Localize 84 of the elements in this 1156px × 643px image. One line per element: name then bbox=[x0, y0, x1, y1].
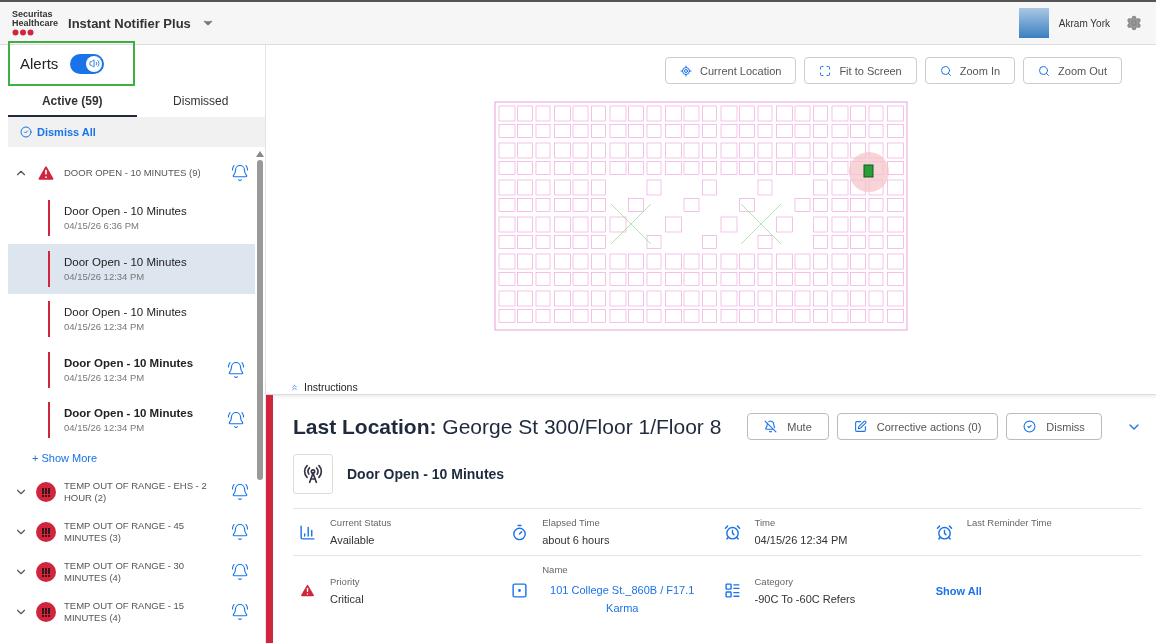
name-link[interactable]: 101 College St._860B / F17.1 Karma bbox=[542, 581, 703, 617]
field-label: Elapsed Time bbox=[542, 517, 601, 528]
alert-item-time: 04/15/26 6:36 PM bbox=[64, 220, 140, 232]
alert-item[interactable]: Door Open - 10 Minutes 04/15/26 12:34 PM bbox=[8, 294, 255, 345]
locate-icon bbox=[680, 64, 693, 77]
alert-item[interactable]: Door Open - 10 Minutes 04/15/26 6:36 PM bbox=[8, 193, 255, 244]
alert-item[interactable]: Door Open - 10 Minutes 04/15/26 12:34 PM bbox=[8, 395, 255, 446]
alert-name: Door Open - 10 Minutes bbox=[347, 466, 505, 482]
alert-badge-icon bbox=[36, 601, 56, 622]
speaker-icon bbox=[88, 58, 100, 69]
timer-icon bbox=[511, 523, 529, 541]
alerts-switch[interactable] bbox=[70, 53, 105, 74]
action-button[interactable]: Mute bbox=[747, 413, 829, 440]
action-button[interactable]: Dismiss bbox=[1006, 413, 1102, 440]
field-label: Time bbox=[754, 517, 777, 528]
warning-icon bbox=[36, 163, 56, 183]
edit-icon bbox=[853, 420, 867, 433]
alert-badge-icon bbox=[36, 561, 56, 582]
field-value: Available bbox=[330, 534, 376, 547]
alert-item-title: Door Open - 10 Minutes bbox=[64, 306, 188, 319]
alert-group-title[interactable]: TEMP OUT OF RANGE - EHS - 2 HOUR (2) bbox=[64, 479, 223, 504]
field-value: 04/15/26 12:34 PM bbox=[754, 534, 848, 547]
field-label: Name bbox=[542, 564, 569, 575]
ringing-bell-icon[interactable] bbox=[231, 602, 249, 621]
alert-item-time: 04/15/26 12:34 PM bbox=[64, 422, 146, 434]
map-toolbar-button[interactable]: Zoom In bbox=[924, 57, 1016, 84]
tab[interactable]: Dismissed bbox=[136, 86, 265, 117]
expand-icon bbox=[819, 64, 832, 77]
antenna-icon bbox=[293, 454, 333, 494]
field-value: -90C To -60C Refers bbox=[754, 592, 856, 606]
field-value: Critical bbox=[330, 592, 364, 606]
alert-group-title[interactable]: TEMP OUT OF RANGE - 30 MINUTES (4) bbox=[64, 559, 223, 584]
ringing-bell-icon[interactable] bbox=[231, 522, 249, 541]
map-toolbar-button[interactable]: Zoom Out bbox=[1023, 57, 1122, 84]
alert-item-title: Door Open - 10 Minutes bbox=[64, 255, 188, 268]
alert-item-time: 04/15/26 12:34 PM bbox=[64, 270, 146, 282]
check-circle-icon bbox=[20, 126, 32, 138]
bell-off-icon bbox=[764, 420, 778, 433]
action-button[interactable]: Corrective actions (0) bbox=[836, 413, 999, 440]
alert-badge-icon bbox=[36, 521, 56, 542]
chart-icon bbox=[299, 523, 316, 541]
alert-group-title[interactable]: DOOR OPEN - 10 MINUTES (9) bbox=[64, 167, 223, 179]
ringing-bell-icon[interactable] bbox=[231, 562, 249, 581]
dismiss-all-link[interactable]: Dismiss All bbox=[20, 126, 96, 138]
map-toolbar-button[interactable]: Current Location bbox=[665, 57, 797, 84]
company-logo: Securitas Healthcare bbox=[12, 10, 59, 36]
alarm-clock-icon bbox=[935, 523, 953, 541]
map-toolbar-button[interactable]: Fit to Screen bbox=[804, 57, 917, 84]
alert-item[interactable]: Door Open - 10 Minutes 04/15/26 12:34 PM bbox=[8, 243, 255, 294]
ringing-bell-icon[interactable] bbox=[231, 164, 249, 182]
alert-group-title[interactable]: TEMP OUT OF RANGE - 45 MINUTES (3) bbox=[64, 519, 223, 544]
show-all-link[interactable]: Show All bbox=[935, 584, 982, 597]
app-title: Instant Notifier Plus bbox=[68, 15, 191, 31]
alert-item-title: Door Open - 10 Minutes bbox=[64, 205, 188, 218]
scrollbar-thumb[interactable] bbox=[257, 160, 263, 480]
alarm-clock-icon bbox=[723, 523, 741, 541]
ringing-bell-icon[interactable] bbox=[227, 360, 245, 379]
scroll-up-icon[interactable] bbox=[256, 151, 264, 157]
alerts-label: Alerts bbox=[20, 55, 59, 72]
field-label: Current Status bbox=[330, 517, 392, 528]
show-more-link[interactable]: + Show More bbox=[8, 445, 122, 472]
alert-group-title[interactable]: TEMP OUT OF RANGE - 15 MINUTES (4) bbox=[64, 599, 223, 624]
field-label: Priority bbox=[330, 575, 361, 587]
zoom-icon bbox=[939, 64, 952, 77]
chevrons-up-icon bbox=[290, 382, 299, 392]
ringing-bell-icon[interactable] bbox=[227, 411, 245, 430]
field-label: Category bbox=[754, 575, 795, 587]
user-name: Akram York bbox=[1058, 17, 1110, 29]
alert-badge-icon bbox=[36, 481, 56, 502]
alert-item[interactable]: Door Open - 10 Minutes 04/15/26 12:34 PM bbox=[8, 344, 255, 395]
warning-icon bbox=[299, 582, 316, 599]
alert-item-title: Door Open - 10 Minutes bbox=[64, 407, 195, 420]
list-icon bbox=[723, 582, 741, 599]
field-value: about 6 hours bbox=[542, 534, 610, 547]
ringing-bell-icon[interactable] bbox=[231, 482, 249, 501]
location-heading: Last Location: George St 300/Floor 1/Floor 8 bbox=[293, 414, 722, 439]
alert-item-time: 04/15/26 12:34 PM bbox=[64, 321, 146, 333]
check-circle-icon bbox=[1023, 420, 1037, 433]
field-label: Last Reminder Time bbox=[966, 517, 1052, 528]
zoom-icon bbox=[1038, 64, 1051, 77]
alert-item-time: 04/15/26 12:34 PM bbox=[64, 371, 146, 383]
instructions-toggle[interactable]: Instructions bbox=[290, 381, 358, 393]
avatar-placeholder bbox=[1018, 8, 1049, 38]
alert-item-title: Door Open - 10 Minutes bbox=[64, 356, 195, 369]
